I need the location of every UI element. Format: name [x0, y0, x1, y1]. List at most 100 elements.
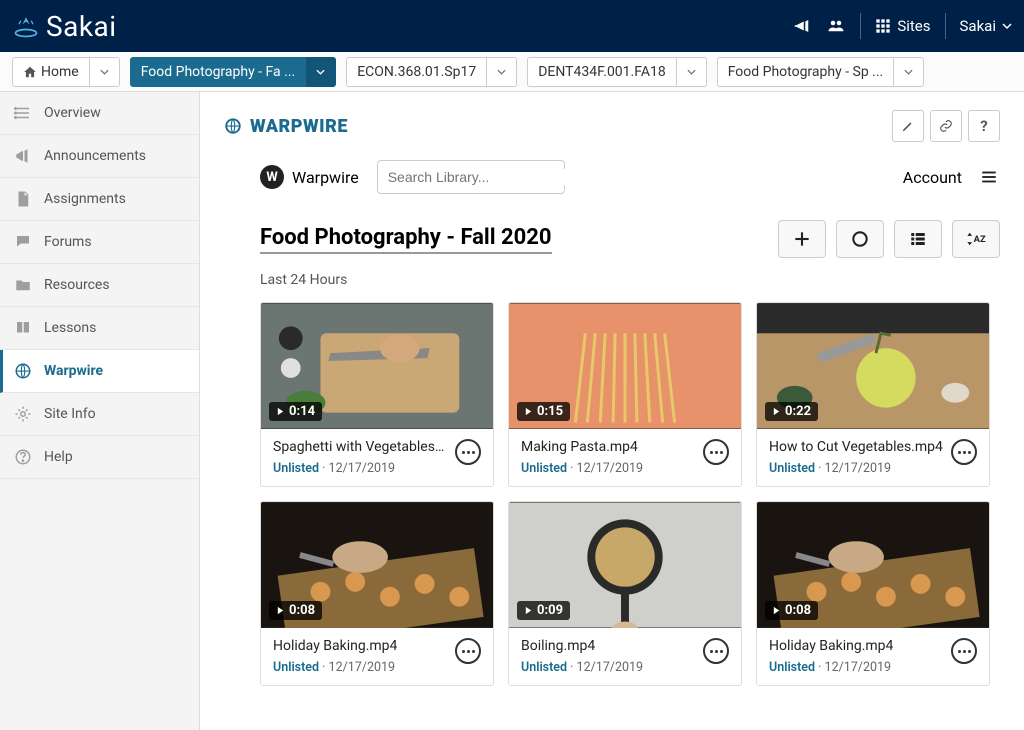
- app-header: Sakai Sites Sakai: [0, 0, 1024, 52]
- warpwire-logo[interactable]: W Warpwire: [260, 165, 359, 189]
- sidebar-help[interactable]: Help: [0, 436, 199, 479]
- list-icon: [14, 104, 32, 122]
- media-thumbnail[interactable]: 0:22: [757, 303, 989, 429]
- brand-name: Sakai: [46, 10, 117, 43]
- media-title: Boiling.mp4: [521, 638, 697, 654]
- play-icon: [772, 407, 781, 416]
- media-thumbnail[interactable]: 0:15: [509, 303, 741, 429]
- sidebar: Overview Announcements Assignments Forum…: [0, 92, 200, 730]
- divider: [860, 13, 861, 39]
- dots-icon: [710, 451, 723, 454]
- tool-title-text: WARPWIRE: [250, 116, 348, 137]
- tab-dropdown[interactable]: [677, 57, 707, 87]
- chevron-down-icon: [1002, 21, 1012, 31]
- menu-icon[interactable]: [978, 168, 1000, 186]
- plus-icon: [792, 229, 812, 249]
- divider: [945, 13, 946, 39]
- tab-dropdown[interactable]: [487, 57, 517, 87]
- sidebar-label: Lessons: [44, 320, 96, 336]
- media-thumbnail[interactable]: 0:09: [509, 502, 741, 628]
- duration-text: 0:22: [785, 404, 811, 419]
- sidebar-lessons[interactable]: Lessons: [0, 307, 199, 350]
- sidebar-label: Announcements: [44, 148, 146, 164]
- more-button[interactable]: [455, 439, 481, 465]
- media-card[interactable]: 0:08 Holiday Baking.mp4 Unlisted · 12/17…: [260, 501, 494, 686]
- media-card[interactable]: 0:09 Boiling.mp4 Unlisted · 12/17/2019: [508, 501, 742, 686]
- chevron-down-icon: [497, 67, 506, 77]
- user-menu[interactable]: Sakai: [960, 17, 1012, 35]
- list-icon: [909, 230, 927, 248]
- sites-label: Sites: [897, 17, 930, 35]
- tab-dropdown[interactable]: [894, 57, 924, 87]
- edit-button[interactable]: [892, 110, 924, 142]
- media-thumbnail[interactable]: 0:08: [757, 502, 989, 628]
- globe-icon: [14, 362, 32, 380]
- link-button[interactable]: [930, 110, 962, 142]
- more-button[interactable]: [703, 638, 729, 664]
- more-button[interactable]: [951, 439, 977, 465]
- media-meta: Unlisted · 12/17/2019: [521, 461, 697, 476]
- more-button[interactable]: [951, 638, 977, 664]
- search-container: [377, 160, 565, 194]
- dots-icon: [462, 650, 475, 653]
- tab-food-photography-spring[interactable]: Food Photography - Sp ...: [717, 57, 895, 87]
- brand-logo[interactable]: Sakai: [12, 10, 117, 43]
- tab-dent[interactable]: DENT434F.001.FA18: [527, 57, 676, 87]
- sites-button[interactable]: Sites: [875, 17, 930, 35]
- announce-icon[interactable]: [794, 17, 812, 35]
- help-button[interactable]: ?: [968, 110, 1000, 142]
- search-input[interactable]: [388, 169, 569, 185]
- sidebar-warpwire[interactable]: Warpwire: [0, 350, 199, 393]
- play-icon: [276, 407, 285, 416]
- sidebar-site-info[interactable]: Site Info: [0, 393, 199, 436]
- tab-econ[interactable]: ECON.368.01.Sp17: [346, 57, 487, 87]
- dots-icon: [462, 451, 475, 454]
- tab-dropdown[interactable]: [306, 57, 336, 87]
- media-meta: Unlisted · 12/17/2019: [769, 461, 945, 476]
- more-button[interactable]: [455, 638, 481, 664]
- more-button[interactable]: [703, 439, 729, 465]
- duration-text: 0:08: [785, 603, 811, 618]
- library-title[interactable]: Food Photography - Fall 2020: [260, 225, 552, 254]
- sidebar-resources[interactable]: Resources: [0, 264, 199, 307]
- sakai-logo-icon: [12, 12, 40, 40]
- media-card[interactable]: 0:15 Making Pasta.mp4 Unlisted · 12/17/2…: [508, 302, 742, 487]
- tab-home[interactable]: Home: [12, 57, 90, 87]
- tab-label: Home: [41, 64, 79, 80]
- media-grid: 0:14 Spaghetti with Vegetables… Unlisted…: [260, 302, 1000, 686]
- play-icon: [772, 606, 781, 615]
- record-button[interactable]: [836, 220, 884, 258]
- sidebar-overview[interactable]: Overview: [0, 92, 199, 135]
- media-card[interactable]: 0:22 How to Cut Vegetables.mp4 Unlisted …: [756, 302, 990, 487]
- media-meta: Unlisted · 12/17/2019: [769, 660, 945, 675]
- sort-button[interactable]: AZ: [952, 220, 1000, 258]
- doc-icon: [14, 190, 32, 208]
- sidebar-forums[interactable]: Forums: [0, 221, 199, 264]
- question-icon: ?: [980, 117, 987, 135]
- warpwire-logo-icon: W: [260, 165, 284, 189]
- play-icon: [276, 606, 285, 615]
- tab-dropdown[interactable]: [90, 57, 120, 87]
- media-thumbnail[interactable]: 0:08: [261, 502, 493, 628]
- duration-badge: 0:22: [765, 402, 818, 421]
- sort-icon: AZ: [965, 229, 987, 249]
- media-card[interactable]: 0:08 Holiday Baking.mp4 Unlisted · 12/17…: [756, 501, 990, 686]
- list-view-button[interactable]: [894, 220, 942, 258]
- media-meta: Unlisted · 12/17/2019: [273, 461, 449, 476]
- duration-badge: 0:15: [517, 402, 570, 421]
- chevron-down-icon: [687, 67, 696, 77]
- sidebar-assignments[interactable]: Assignments: [0, 178, 199, 221]
- users-icon[interactable]: [826, 17, 846, 35]
- tab-food-photography-fall[interactable]: Food Photography - Fa ...: [130, 57, 307, 87]
- media-thumbnail[interactable]: 0:14: [261, 303, 493, 429]
- grid-icon: [875, 18, 891, 34]
- add-button[interactable]: [778, 220, 826, 258]
- media-title: Holiday Baking.mp4: [273, 638, 449, 654]
- tab-label: Food Photography - Fa ...: [141, 64, 296, 80]
- chevron-down-icon: [100, 67, 109, 77]
- help-icon: [14, 448, 32, 466]
- media-card[interactable]: 0:14 Spaghetti with Vegetables… Unlisted…: [260, 302, 494, 487]
- book-icon: [14, 319, 32, 337]
- sidebar-announcements[interactable]: Announcements: [0, 135, 199, 178]
- account-link[interactable]: Account: [903, 168, 962, 187]
